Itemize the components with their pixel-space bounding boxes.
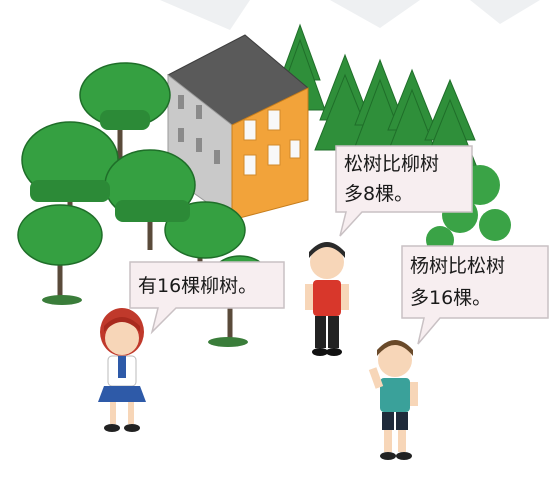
green-boy-line-1: 杨树比松树 (410, 255, 505, 277)
illustration: 松树比柳树 多8棵。 有16棵柳树。 杨树比松树 多16棵。 (0, 0, 557, 480)
scene-svg: 松树比柳树 多8棵。 有16棵柳树。 杨树比松树 多16棵。 (17, 0, 549, 460)
girl-line: 有16棵柳树。 (138, 275, 257, 297)
red-boy-line-1: 松树比柳树 (344, 153, 439, 175)
pine-trees (274, 23, 511, 254)
green-boy-character (368, 340, 418, 460)
green-boy-line-2: 多16棵。 (410, 287, 491, 309)
speech-bubble-green-boy: 杨树比松树 多16棵。 (401, 245, 549, 345)
background-chevrons (160, 0, 540, 30)
girl-character (98, 308, 146, 432)
red-boy-line-2: 多8棵。 (344, 183, 413, 205)
speech-bubble-girl: 有16棵柳树。 (129, 261, 285, 335)
red-boy-character (305, 242, 349, 356)
